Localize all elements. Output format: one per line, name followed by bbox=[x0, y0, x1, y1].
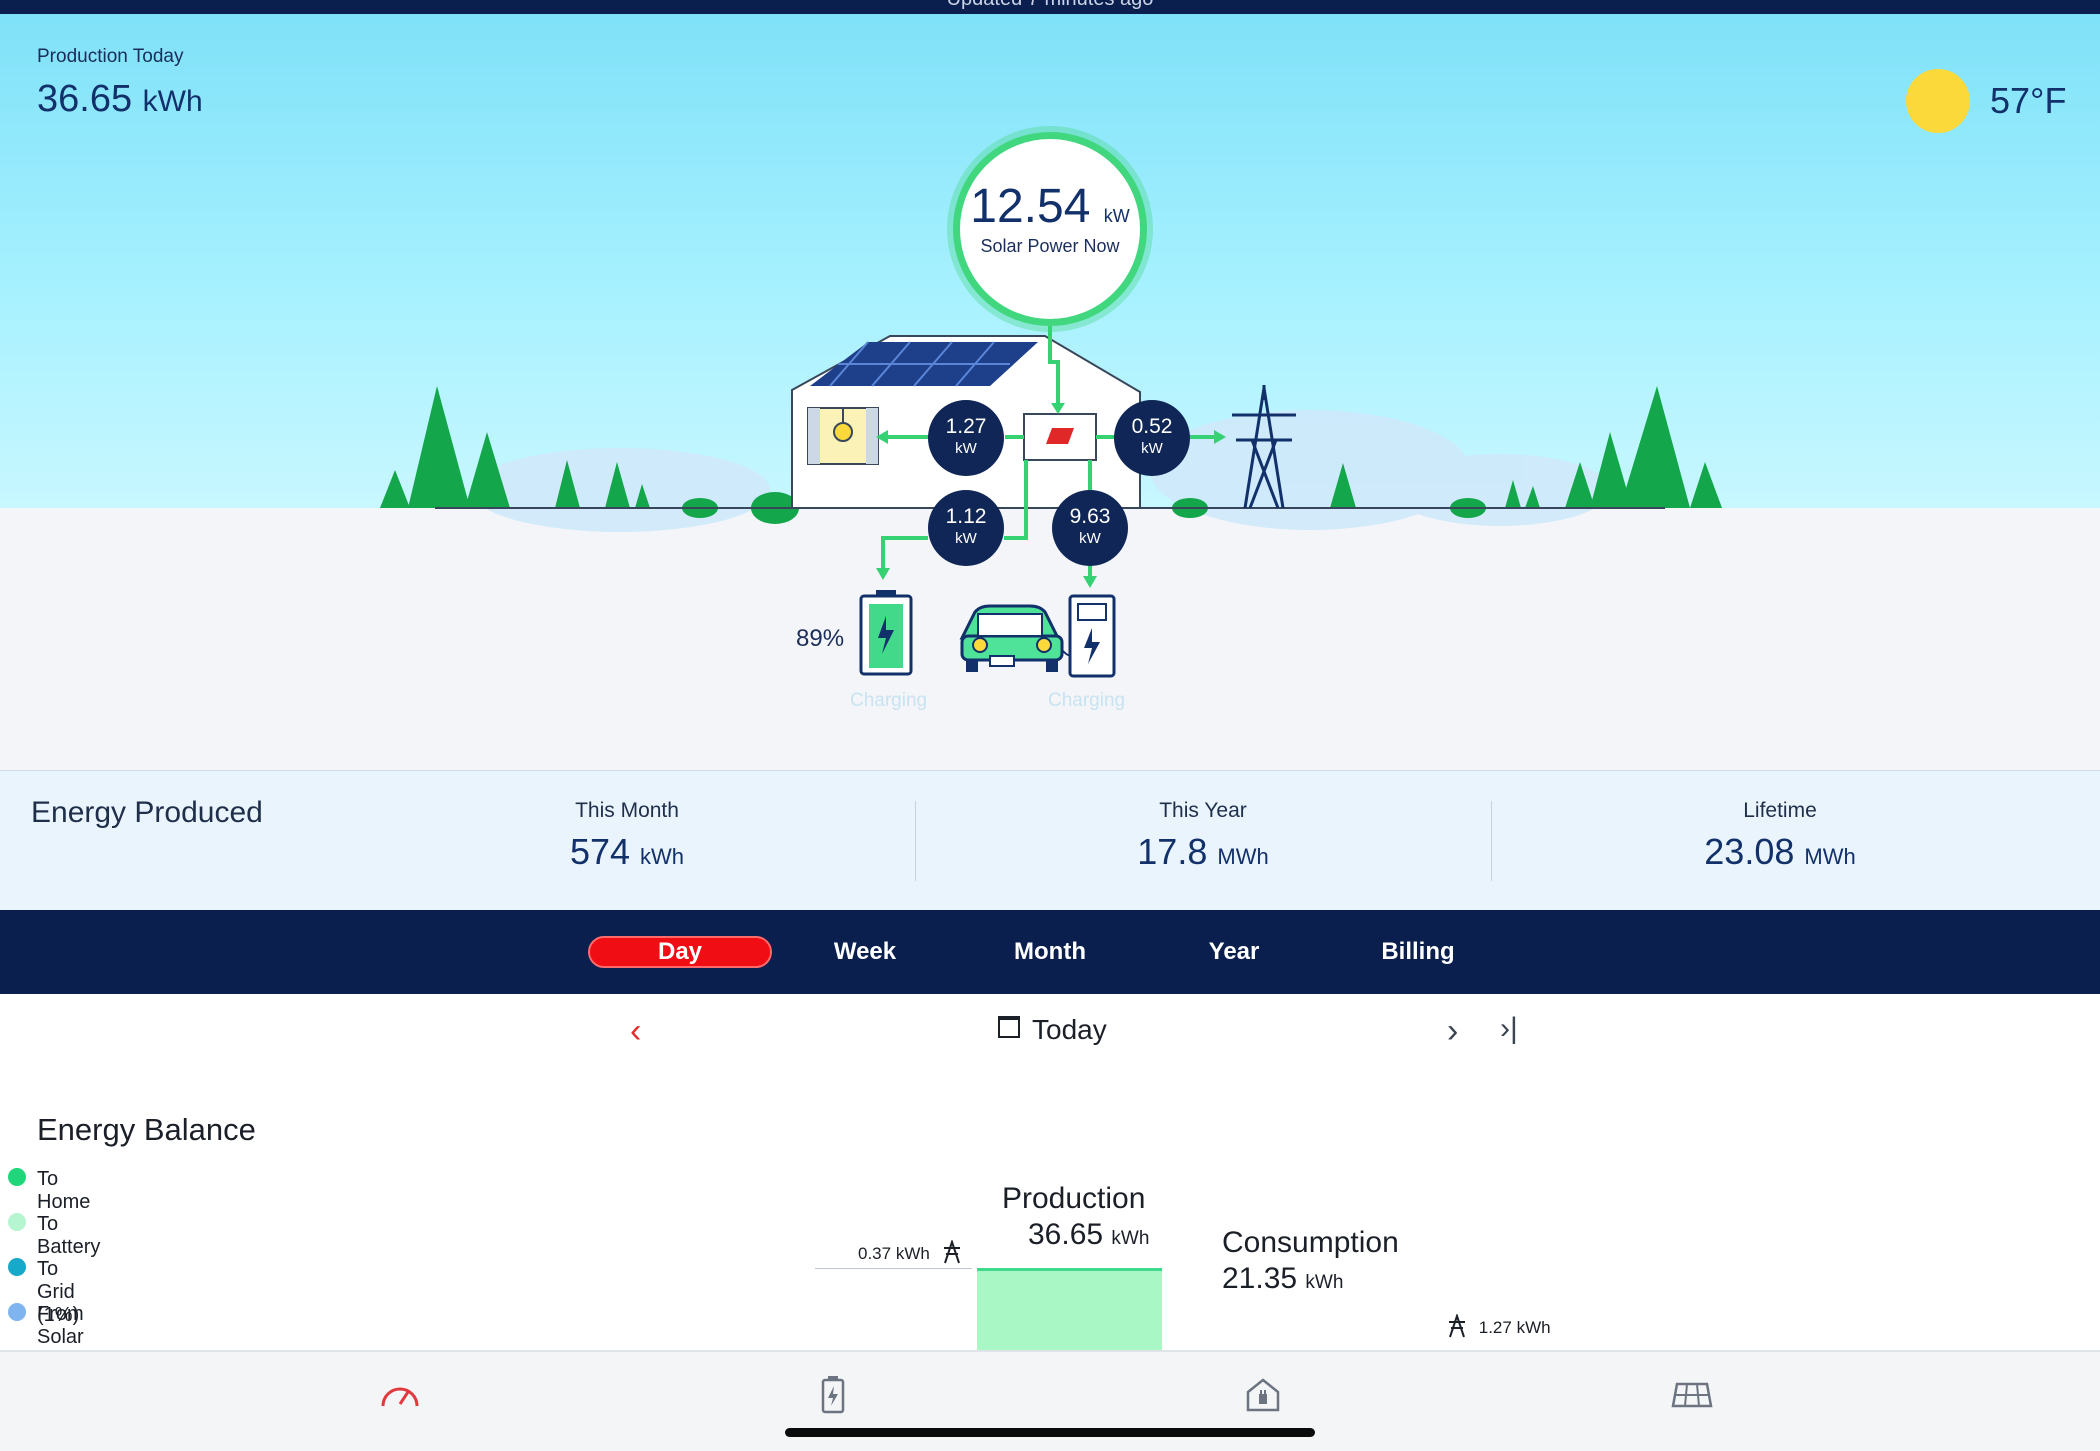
solar-power-label: Solar Power Now bbox=[980, 236, 1120, 256]
jump-to-latest-button[interactable]: ›| bbox=[1500, 1012, 1518, 1046]
legend-label: To Home bbox=[37, 1168, 91, 1213]
solar-power-unit: kW bbox=[1103, 206, 1130, 226]
flow-to-grid-unit: kW bbox=[1141, 440, 1163, 457]
stat-this-year: This Year 17.8 MWh bbox=[1003, 799, 1403, 873]
home-indicator[interactable] bbox=[785, 1428, 1315, 1437]
divider bbox=[1491, 801, 1492, 881]
production-heading: Production bbox=[1002, 1182, 1146, 1215]
legend-label: To Battery bbox=[37, 1213, 101, 1258]
flow-to-grid[interactable]: 0.52 kW bbox=[1114, 400, 1190, 476]
production-today-value: 36.65 kWh bbox=[37, 78, 203, 121]
flow-to-home-value: 1.27 bbox=[945, 415, 987, 438]
tab-billing[interactable]: Billing bbox=[1326, 936, 1510, 968]
solar-power-number: 12.54 bbox=[970, 180, 1091, 233]
from-grid-number: 1.27 bbox=[1478, 1318, 1512, 1337]
date-navigation: ‹ Today › ›| bbox=[0, 994, 2100, 1074]
battery-status: Charging bbox=[850, 690, 928, 711]
stat-this-year-unit: MWh bbox=[1217, 844, 1269, 869]
tab-year[interactable]: Year bbox=[1142, 936, 1326, 968]
production-amount: 36.65 kWh bbox=[1028, 1218, 1149, 1252]
tab-day[interactable]: Day bbox=[588, 936, 772, 968]
sun-icon bbox=[1906, 69, 1970, 133]
stat-this-month-label: This Month bbox=[575, 799, 679, 822]
stat-this-month: This Month 574 kWh bbox=[427, 799, 827, 873]
legend-dot bbox=[8, 1258, 26, 1276]
consumption-number: 21.35 bbox=[1222, 1262, 1298, 1295]
flow-to-home-unit: kW bbox=[955, 440, 977, 457]
temperature: 57°F bbox=[1990, 80, 2067, 121]
flow-to-ev-value: 9.63 bbox=[1069, 505, 1111, 528]
stat-this-month-unit: kWh bbox=[640, 844, 685, 869]
date-picker-button[interactable]: Today bbox=[998, 1014, 1107, 1046]
energy-produced-title: Energy Produced bbox=[31, 796, 263, 829]
solar-power-value: 12.54 kW bbox=[960, 179, 1140, 234]
stat-lifetime: Lifetime 23.08 MWh bbox=[1580, 799, 1980, 873]
tab-week[interactable]: Week bbox=[773, 936, 957, 968]
stat-this-year-number: 17.8 bbox=[1137, 831, 1208, 872]
solar-panel-icon[interactable] bbox=[1667, 1374, 1717, 1414]
energy-balance-title: Energy Balance bbox=[37, 1112, 256, 1147]
to-grid-unit: kWh bbox=[895, 1244, 930, 1263]
production-today-number: 36.65 bbox=[37, 78, 133, 120]
to-grid-amount: 0.37 kWh bbox=[858, 1238, 963, 1264]
production-today-label: Production Today bbox=[37, 46, 184, 67]
tab-month[interactable]: Month bbox=[958, 936, 1142, 968]
production-bar[interactable] bbox=[977, 1268, 1162, 1353]
chart-baseline bbox=[815, 1268, 972, 1269]
dashboard-gauge-icon[interactable] bbox=[375, 1374, 425, 1414]
flow-to-battery-value: 1.12 bbox=[945, 505, 987, 528]
energy-balance-panel: Energy Balance To Home To Battery To Gri… bbox=[0, 1072, 2100, 1353]
solar-power-now[interactable]: 12.54 kW Solar Power Now bbox=[953, 132, 1147, 326]
energy-flow-illustration bbox=[380, 322, 1722, 678]
legend-dot bbox=[8, 1213, 26, 1231]
stat-lifetime-value: 23.08 MWh bbox=[1580, 831, 1980, 873]
ev-status: Charging bbox=[1048, 690, 1126, 711]
production-today-unit: kWh bbox=[142, 85, 203, 118]
stat-this-year-label: This Year bbox=[1159, 799, 1247, 822]
stat-this-month-number: 574 bbox=[569, 831, 631, 872]
power-tower-icon bbox=[1449, 1312, 1465, 1338]
previous-day-button[interactable]: ‹ bbox=[630, 1012, 641, 1051]
to-grid-number: 0.37 bbox=[858, 1244, 892, 1263]
production-unit: kWh bbox=[1111, 1228, 1150, 1249]
flow-to-ev-unit: kW bbox=[1079, 530, 1101, 547]
stat-lifetime-label: Lifetime bbox=[1743, 799, 1817, 822]
stat-this-year-value: 17.8 MWh bbox=[1003, 831, 1403, 873]
flow-to-home[interactable]: 1.27 kW bbox=[928, 400, 1004, 476]
production-number: 36.65 bbox=[1028, 1218, 1104, 1251]
consumption-unit: kWh bbox=[1305, 1272, 1344, 1293]
stat-this-month-value: 574 kWh bbox=[427, 831, 827, 873]
stat-lifetime-number: 23.08 bbox=[1704, 831, 1795, 872]
flow-to-battery[interactable]: 1.12 kW bbox=[928, 490, 1004, 566]
from-grid-unit: kWh bbox=[1516, 1318, 1551, 1337]
flow-to-battery-unit: kW bbox=[955, 530, 977, 547]
home-power-icon[interactable] bbox=[1238, 1374, 1288, 1414]
consumption-heading: Consumption bbox=[1222, 1226, 1399, 1259]
legend-dot bbox=[8, 1303, 26, 1321]
legend-label: From Solar bbox=[37, 1303, 84, 1348]
ev-car-icon bbox=[959, 604, 1074, 672]
calendar-icon bbox=[998, 1016, 1020, 1038]
consumption-amount: 21.35 kWh bbox=[1222, 1262, 1343, 1296]
flow-to-ev[interactable]: 9.63 kW bbox=[1052, 490, 1128, 566]
legend-dot bbox=[8, 1168, 26, 1186]
divider bbox=[915, 801, 916, 881]
next-day-button[interactable]: › bbox=[1447, 1012, 1458, 1051]
flow-to-grid-value: 0.52 bbox=[1131, 415, 1173, 438]
home-battery-icon bbox=[859, 590, 913, 676]
period-tabs: Day Week Month Year Billing bbox=[0, 910, 2100, 994]
from-grid-amount: 1.27 kWh bbox=[1446, 1312, 1551, 1338]
stat-lifetime-unit: MWh bbox=[1804, 844, 1856, 869]
power-tower-icon bbox=[943, 1238, 960, 1264]
ev-charger-icon bbox=[1068, 594, 1116, 678]
energy-produced-panel: Energy Produced This Month 574 kWh This … bbox=[0, 770, 2100, 911]
battery-percent: 89% bbox=[796, 625, 845, 652]
battery-icon[interactable] bbox=[808, 1374, 858, 1414]
date-label: Today bbox=[1032, 1014, 1107, 1045]
